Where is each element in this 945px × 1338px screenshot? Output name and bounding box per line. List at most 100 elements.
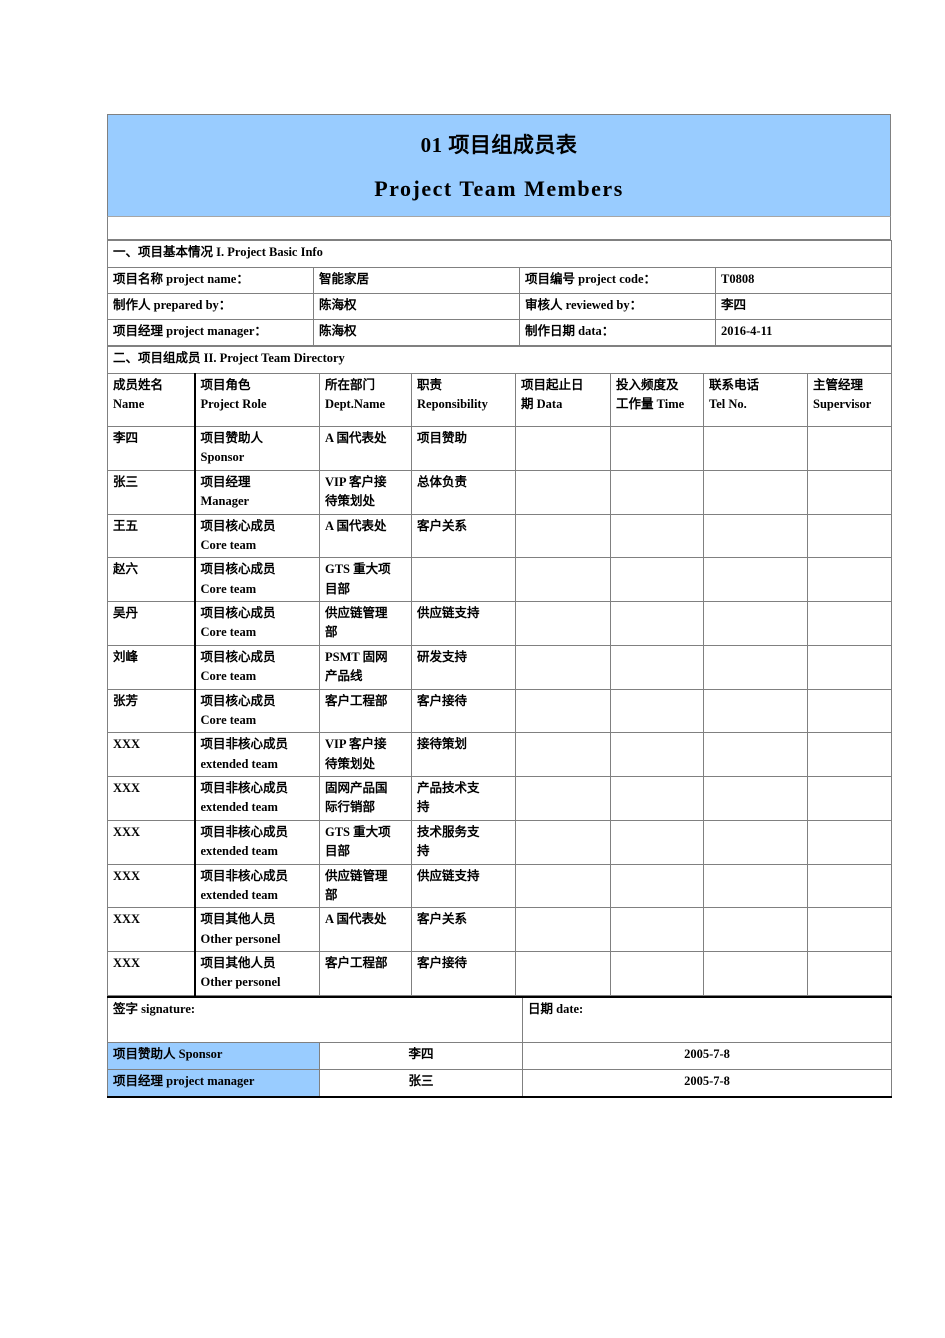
prepared-date-value[interactable]: 2016-4-11 (714, 319, 893, 346)
member-role[interactable]: 项目经理 Manager (194, 469, 320, 515)
member-dept[interactable]: GTS 重大项 目部 (319, 819, 412, 865)
member-name[interactable]: 赵六 (107, 557, 196, 602)
member-time[interactable] (610, 557, 704, 602)
member-name[interactable]: 王五 (107, 513, 196, 559)
member-dept[interactable]: 供应链管理部 (319, 601, 412, 646)
member-dept[interactable]: 固网产品国 际行销部 (319, 776, 412, 821)
member-supervisor[interactable] (806, 732, 893, 777)
member-responsibility[interactable]: 技术服务支持 (411, 819, 516, 865)
member-date[interactable] (515, 732, 611, 777)
member-name[interactable]: XXX (107, 776, 196, 821)
member-supervisor[interactable] (806, 819, 893, 865)
member-name[interactable]: 张三 (107, 469, 196, 515)
member-role[interactable]: 项目其他人员 Other personel (194, 907, 320, 952)
member-date[interactable] (515, 951, 611, 996)
member-time[interactable] (610, 644, 704, 690)
member-date[interactable] (515, 688, 611, 734)
member-supervisor[interactable] (806, 426, 893, 471)
member-tel[interactable] (703, 819, 808, 865)
member-responsibility[interactable]: 研发支持 (411, 644, 516, 690)
member-role[interactable]: 项目核心成员 Core team (194, 557, 320, 602)
member-supervisor[interactable] (806, 601, 893, 646)
member-role[interactable]: 项目非核心成员 extended team (194, 819, 320, 865)
member-responsibility[interactable]: 客户接待 (411, 688, 516, 734)
member-tel[interactable] (703, 513, 808, 559)
reviewed-by-value[interactable]: 李四 (714, 293, 893, 320)
signature-name-manager[interactable]: 张三 (319, 1068, 523, 1098)
member-name[interactable]: 吴丹 (107, 601, 196, 646)
member-date[interactable] (515, 863, 611, 909)
member-supervisor[interactable] (806, 776, 893, 821)
project-code-value[interactable]: T0808 (714, 267, 893, 294)
member-responsibility[interactable]: 总体负责 (411, 469, 516, 515)
member-responsibility[interactable]: 客户接待 (411, 951, 516, 996)
member-name[interactable]: 刘峰 (107, 644, 196, 690)
project-manager-value[interactable]: 陈海权 (313, 319, 520, 346)
member-name[interactable]: XXX (107, 863, 196, 909)
member-supervisor[interactable] (806, 907, 893, 952)
member-time[interactable] (610, 688, 704, 734)
member-role[interactable]: 项目赞助人 Sponsor (194, 426, 320, 471)
member-name[interactable]: 李四 (107, 426, 196, 471)
member-responsibility[interactable]: 供应链支持 (411, 863, 516, 909)
member-date[interactable] (515, 907, 611, 952)
member-name[interactable]: 张芳 (107, 688, 196, 734)
member-dept[interactable]: A 国代表处 (319, 907, 412, 952)
member-tel[interactable] (703, 776, 808, 821)
member-supervisor[interactable] (806, 688, 893, 734)
member-name[interactable]: XXX (107, 819, 196, 865)
member-tel[interactable] (703, 951, 808, 996)
member-dept[interactable]: 供应链管理部 (319, 863, 412, 909)
member-dept[interactable]: 客户工程部 (319, 951, 412, 996)
member-dept[interactable]: GTS 重大项 目部 (319, 557, 412, 602)
member-time[interactable] (610, 863, 704, 909)
member-time[interactable] (610, 951, 704, 996)
member-date[interactable] (515, 601, 611, 646)
member-time[interactable] (610, 819, 704, 865)
member-role[interactable]: 项目非核心成员 extended team (194, 776, 320, 821)
member-role[interactable]: 项目非核心成员 extended team (194, 863, 320, 909)
member-supervisor[interactable] (806, 469, 893, 515)
member-role[interactable]: 项目核心成员 Core team (194, 688, 320, 734)
member-supervisor[interactable] (806, 863, 893, 909)
member-supervisor[interactable] (806, 951, 893, 996)
member-tel[interactable] (703, 688, 808, 734)
signature-date-manager[interactable]: 2005-7-8 (522, 1068, 892, 1098)
member-time[interactable] (610, 601, 704, 646)
project-name-value[interactable]: 智能家居 (313, 267, 520, 294)
member-date[interactable] (515, 819, 611, 865)
member-tel[interactable] (703, 426, 808, 471)
member-tel[interactable] (703, 732, 808, 777)
member-time[interactable] (610, 513, 704, 559)
member-date[interactable] (515, 469, 611, 515)
member-dept[interactable]: 客户工程部 (319, 688, 412, 734)
member-responsibility[interactable]: 客户关系 (411, 513, 516, 559)
member-dept[interactable]: PSMT 固网 产品线 (319, 644, 412, 690)
member-supervisor[interactable] (806, 557, 893, 602)
member-role[interactable]: 项目核心成员 Core team (194, 644, 320, 690)
member-dept[interactable]: VIP 客户接 待策划处 (319, 732, 412, 777)
member-tel[interactable] (703, 644, 808, 690)
member-role[interactable]: 项目核心成员 Core team (194, 513, 320, 559)
member-time[interactable] (610, 469, 704, 515)
member-date[interactable] (515, 513, 611, 559)
member-tel[interactable] (703, 557, 808, 602)
member-responsibility[interactable]: 产品技术支持 (411, 776, 516, 821)
member-role[interactable]: 项目非核心成员 extended team (194, 732, 320, 777)
member-time[interactable] (610, 732, 704, 777)
member-dept[interactable]: VIP 客户接 待策划处 (319, 469, 412, 515)
member-time[interactable] (610, 776, 704, 821)
member-responsibility[interactable] (411, 557, 516, 602)
member-responsibility[interactable]: 客户关系 (411, 907, 516, 952)
prepared-by-value[interactable]: 陈海权 (313, 293, 520, 320)
member-tel[interactable] (703, 601, 808, 646)
member-dept[interactable]: A 国代表处 (319, 426, 412, 471)
member-responsibility[interactable]: 项目赞助 (411, 426, 516, 471)
member-name[interactable]: XXX (107, 907, 196, 952)
member-tel[interactable] (703, 469, 808, 515)
member-date[interactable] (515, 426, 611, 471)
member-date[interactable] (515, 776, 611, 821)
member-supervisor[interactable] (806, 513, 893, 559)
signature-name-sponsor[interactable]: 李四 (319, 1041, 523, 1070)
member-responsibility[interactable]: 供应链支持 (411, 601, 516, 646)
